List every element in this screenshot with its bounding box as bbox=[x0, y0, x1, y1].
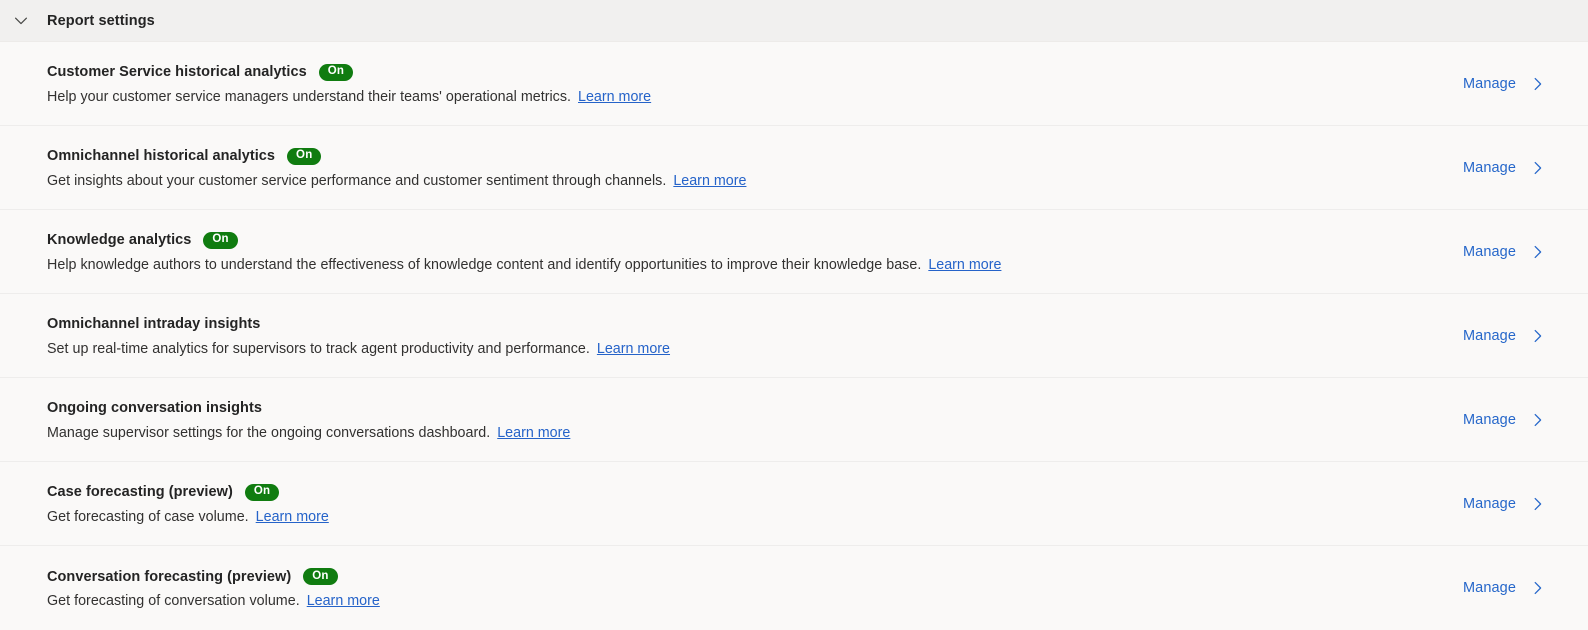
settings-row-description-line: Help your customer service managers unde… bbox=[47, 89, 651, 105]
status-badge: On bbox=[203, 231, 238, 249]
settings-row-description: Get insights about your customer service… bbox=[47, 172, 667, 189]
manage-button[interactable]: Manage bbox=[1463, 412, 1546, 428]
chevron-right-icon bbox=[1530, 76, 1546, 92]
manage-label: Manage bbox=[1463, 243, 1516, 260]
settings-row: Ongoing conversation insights Manage sup… bbox=[0, 378, 1588, 462]
chevron-right-icon bbox=[1530, 244, 1546, 260]
report-settings-page: Report settings Customer Service histori… bbox=[0, 0, 1588, 630]
settings-row-title: Conversation forecasting (preview) bbox=[47, 568, 292, 585]
manage-label: Manage bbox=[1463, 580, 1516, 596]
settings-row-info: Customer Service historical analytics On… bbox=[47, 63, 651, 105]
settings-row-description-line: Get forecasting of case volume. Learn mo… bbox=[47, 509, 329, 525]
settings-row-info: Ongoing conversation insights Manage sup… bbox=[47, 399, 570, 441]
manage-label: Manage bbox=[1463, 327, 1516, 344]
settings-row-description-line: Get forecasting of conversation volume. … bbox=[47, 593, 380, 609]
chevron-right-icon bbox=[1530, 160, 1546, 176]
settings-row-description: Get forecasting of conversation volume. bbox=[47, 593, 300, 609]
settings-row-title: Omnichannel intraday insights bbox=[47, 316, 261, 332]
chevron-right-icon bbox=[1530, 412, 1546, 428]
settings-row-title: Ongoing conversation insights bbox=[47, 400, 262, 416]
settings-row-description-line: Help knowledge authors to understand the… bbox=[47, 257, 1001, 273]
section-header-report-settings: Report settings bbox=[0, 0, 1588, 42]
settings-row-title: Knowledge analytics bbox=[47, 232, 192, 248]
manage-label: Manage bbox=[1463, 75, 1516, 92]
settings-list: Customer Service historical analytics On… bbox=[0, 42, 1588, 630]
settings-row: Case forecasting (preview) On Get foreca… bbox=[0, 462, 1588, 546]
manage-label: Manage bbox=[1463, 159, 1516, 176]
settings-row-description: Get forecasting of case volume. bbox=[47, 508, 249, 525]
settings-row: Knowledge analytics On Help knowledge au… bbox=[0, 210, 1588, 294]
settings-row-title-line: Omnichannel historical analytics On bbox=[47, 147, 746, 166]
settings-row-title: Customer Service historical analytics bbox=[47, 64, 307, 80]
manage-label: Manage bbox=[1463, 495, 1516, 512]
manage-button[interactable]: Manage bbox=[1463, 76, 1546, 92]
learn-more-link[interactable]: Learn more bbox=[497, 425, 570, 441]
settings-row-title-line: Case forecasting (preview) On bbox=[47, 483, 329, 502]
learn-more-link[interactable]: Learn more bbox=[307, 593, 380, 609]
manage-button[interactable]: Manage bbox=[1463, 580, 1546, 596]
settings-row-description: Set up real-time analytics for superviso… bbox=[47, 340, 590, 357]
settings-row: Omnichannel intraday insights Set up rea… bbox=[0, 294, 1588, 378]
settings-row-description-line: Set up real-time analytics for superviso… bbox=[47, 341, 670, 357]
settings-row-title: Case forecasting (preview) bbox=[47, 484, 233, 500]
settings-row-title-line: Ongoing conversation insights bbox=[47, 399, 570, 418]
settings-row: Conversation forecasting (preview) On Ge… bbox=[0, 546, 1588, 630]
settings-row: Omnichannel historical analytics On Get … bbox=[0, 126, 1588, 210]
learn-more-link[interactable]: Learn more bbox=[673, 173, 746, 189]
settings-row-description-line: Get insights about your customer service… bbox=[47, 173, 746, 189]
learn-more-link[interactable]: Learn more bbox=[578, 89, 651, 105]
settings-row: Customer Service historical analytics On… bbox=[0, 42, 1588, 126]
manage-button[interactable]: Manage bbox=[1463, 160, 1546, 176]
manage-button[interactable]: Manage bbox=[1463, 244, 1546, 260]
status-badge: On bbox=[287, 147, 322, 165]
learn-more-link[interactable]: Learn more bbox=[597, 341, 670, 357]
settings-row-title-line: Knowledge analytics On bbox=[47, 231, 1001, 250]
settings-row-title-line: Conversation forecasting (preview) On bbox=[47, 567, 380, 586]
manage-button[interactable]: Manage bbox=[1463, 328, 1546, 344]
settings-row-description: Help your customer service managers unde… bbox=[47, 88, 572, 105]
chevron-right-icon bbox=[1530, 496, 1546, 512]
settings-row-description: Help knowledge authors to understand the… bbox=[47, 256, 922, 273]
settings-row-title-line: Customer Service historical analytics On bbox=[47, 63, 651, 82]
manage-button[interactable]: Manage bbox=[1463, 496, 1546, 512]
settings-row-info: Conversation forecasting (preview) On Ge… bbox=[47, 567, 380, 609]
status-badge: On bbox=[303, 568, 338, 585]
settings-row-info: Case forecasting (preview) On Get foreca… bbox=[47, 483, 329, 525]
settings-row-title: Omnichannel historical analytics bbox=[47, 148, 276, 164]
settings-row-description-line: Manage supervisor settings for the ongoi… bbox=[47, 425, 570, 441]
settings-row-info: Omnichannel historical analytics On Get … bbox=[47, 147, 746, 189]
settings-row-info: Knowledge analytics On Help knowledge au… bbox=[47, 231, 1001, 273]
status-badge: On bbox=[244, 483, 280, 501]
chevron-right-icon bbox=[1530, 328, 1546, 344]
settings-row-description: Manage supervisor settings for the ongoi… bbox=[47, 424, 491, 441]
learn-more-link[interactable]: Learn more bbox=[256, 509, 329, 525]
page-title: Report settings bbox=[47, 12, 155, 29]
learn-more-link[interactable]: Learn more bbox=[928, 257, 1001, 273]
manage-label: Manage bbox=[1463, 411, 1516, 428]
settings-row-info: Omnichannel intraday insights Set up rea… bbox=[47, 315, 670, 357]
chevron-down-icon[interactable] bbox=[8, 8, 34, 34]
status-badge: On bbox=[318, 63, 354, 81]
chevron-right-icon bbox=[1530, 580, 1546, 596]
settings-row-title-line: Omnichannel intraday insights bbox=[47, 315, 670, 334]
